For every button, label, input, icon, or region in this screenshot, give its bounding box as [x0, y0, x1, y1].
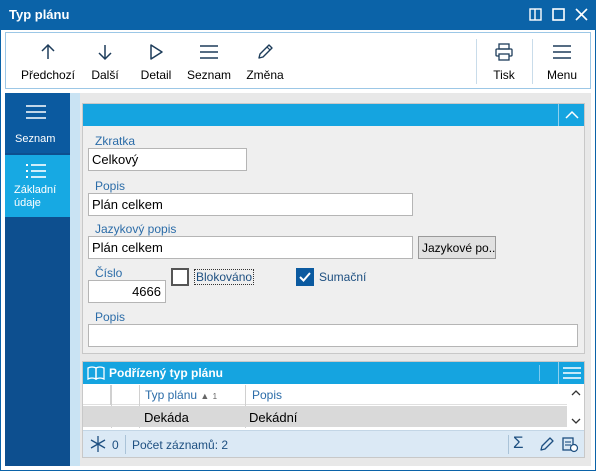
restore-icon[interactable] [527, 6, 545, 24]
nav-item-basic-data-label-line2: údaje [14, 197, 41, 209]
name-label: Popis [95, 179, 126, 193]
record-count: Počet záznamů: 2 [132, 438, 229, 452]
header-divider [539, 365, 540, 381]
snowflake-icon[interactable] [89, 435, 107, 453]
menu-label: Menu [546, 68, 578, 82]
checkmark-icon [299, 272, 311, 282]
description-field[interactable] [88, 324, 578, 347]
form-panel-header [83, 104, 584, 126]
row-description: Dekádní [249, 410, 298, 425]
number-field[interactable]: 4666 [88, 280, 166, 303]
toolbar-divider [532, 39, 533, 84]
printer-icon [495, 43, 513, 61]
blocked-label: Blokováno [194, 269, 255, 285]
arrow-up-icon [41, 43, 55, 59]
sum-icon[interactable]: Σ [513, 434, 531, 452]
form-panel: Zkratka Celkový Popis Plán celkem Jazyko… [82, 103, 585, 354]
nav-item-basic-data[interactable]: Základní údaje [5, 155, 70, 217]
number-label: Číslo [95, 266, 123, 280]
edit-button[interactable]: Změna [242, 33, 288, 88]
summary-label: Sumační [319, 270, 367, 284]
name-field[interactable]: Plán celkem [88, 193, 413, 216]
nav-item-basic-data-label-line1: Základní [14, 184, 57, 196]
column-header-description[interactable]: Popis [252, 388, 282, 402]
vertical-scrollbar[interactable] [568, 385, 584, 428]
subgrid-footer: 0 Počet záznamů: 2 Σ [83, 430, 584, 457]
language-description-label: Jazykový popis [95, 222, 177, 236]
blocked-label-wrap: Blokováno [194, 269, 255, 285]
side-nav: Seznam Základní údaje [5, 93, 70, 466]
row-plan-type: Dekáda [144, 410, 189, 425]
row-selector-header [83, 385, 111, 405]
language-descriptions-button[interactable]: Jazykové po... [418, 236, 496, 259]
subordinate-plan-grid: Podřízený typ plánu Typ plánu ▲ 1 Popis … [82, 361, 585, 458]
play-icon [150, 44, 163, 60]
description-label: Popis [95, 310, 126, 324]
grid-header-row: Typ plánu ▲ 1 Popis [83, 385, 567, 405]
nav-item-list-label: Seznam [15, 133, 56, 145]
next-label: Další [91, 68, 119, 82]
pencil-icon[interactable] [538, 435, 556, 453]
subgrid-menu-button[interactable] [558, 362, 584, 384]
edit-records-icon[interactable] [561, 435, 579, 453]
list-icon [26, 105, 46, 119]
next-button[interactable]: Další [84, 33, 126, 88]
selected-count: 0 [112, 438, 119, 452]
footer-divider [125, 435, 126, 454]
table-row[interactable]: Dekáda Dekádní [83, 406, 567, 427]
sort-ascending-icon: ▲ [200, 391, 210, 401]
column-header-plan-type-label: Typ plánu [145, 388, 198, 402]
window-title: Typ plánu [9, 7, 70, 22]
blocked-checkbox[interactable] [171, 268, 189, 286]
toolbar-divider [476, 39, 477, 84]
print-label: Tisk [493, 68, 515, 82]
column-header-plan-type[interactable]: Typ plánu ▲ 1 [145, 388, 217, 402]
abbrev-label: Zkratka [95, 134, 136, 148]
title-bar: Typ plánu [1, 1, 595, 30]
arrow-down-icon [98, 45, 112, 61]
close-icon[interactable] [573, 6, 591, 24]
subgrid-title: Podřízený typ plánu [109, 366, 224, 380]
detail-list-icon [26, 164, 46, 178]
previous-button[interactable]: Předchozí [14, 33, 82, 88]
scroll-down-icon[interactable] [571, 417, 581, 425]
hamburger-icon [563, 367, 581, 379]
pencil-icon [258, 44, 273, 59]
maximize-icon[interactable] [550, 6, 568, 24]
chevron-up-icon [565, 110, 579, 119]
language-description-field[interactable]: Plán celkem [88, 236, 413, 259]
list-icon [200, 45, 218, 59]
footer-divider [508, 435, 509, 454]
subgrid-header: Podřízený typ plánu [83, 362, 584, 384]
previous-label: Předchozí [20, 68, 76, 82]
book-icon [87, 366, 105, 381]
menu-button[interactable]: Menu [540, 33, 584, 88]
edit-label: Změna [246, 68, 284, 82]
scroll-up-icon[interactable] [571, 389, 581, 397]
detail-label: Detail [140, 68, 172, 82]
nav-item-list[interactable]: Seznam [5, 93, 70, 153]
summary-checkbox[interactable] [296, 268, 314, 286]
collapse-button[interactable] [558, 104, 584, 126]
toolbar: Předchozí Další Detail Seznam Změna Tisk… [5, 32, 591, 89]
abbrev-field[interactable]: Celkový [88, 148, 247, 171]
window: Typ plánu Předchozí Další Detail Seznam [0, 0, 596, 471]
hamburger-icon [553, 45, 571, 59]
list-button[interactable]: Seznam [184, 33, 234, 88]
detail-button[interactable]: Detail [134, 33, 178, 88]
list-label: Seznam [186, 68, 232, 82]
print-button[interactable]: Tisk [484, 33, 524, 88]
sort-index: 1 [212, 392, 218, 401]
content-edge [70, 93, 80, 466]
